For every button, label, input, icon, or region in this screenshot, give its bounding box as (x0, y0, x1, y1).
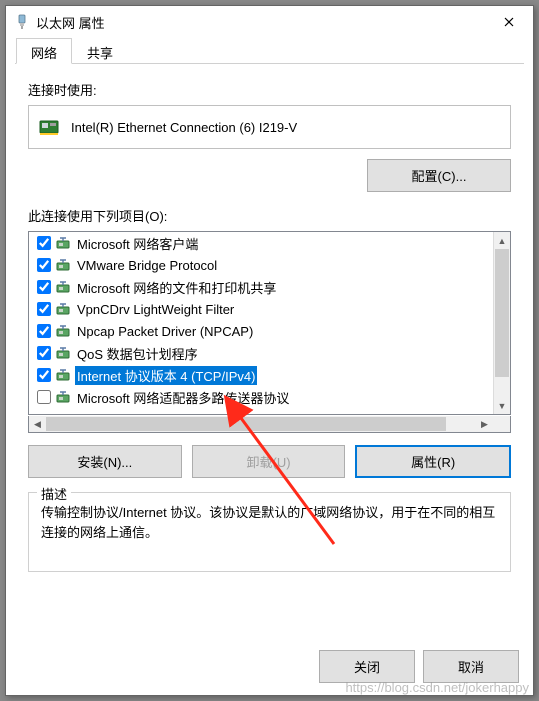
component-icon (55, 235, 71, 251)
scroll-up-icon[interactable]: ▲ (494, 232, 510, 249)
component-checkbox[interactable] (37, 280, 51, 294)
adapter-box: Intel(R) Ethernet Connection (6) I219-V (28, 105, 511, 149)
component-icon (55, 389, 71, 405)
component-label: Internet 协议版本 4 (TCP/IPv4) (75, 366, 257, 385)
horizontal-scrollbar[interactable]: ◀ ▶ (28, 416, 511, 433)
component-label: QoS 数据包计划程序 (75, 344, 200, 363)
adapter-name: Intel(R) Ethernet Connection (6) I219-V (71, 120, 297, 135)
list-item[interactable]: VMware Bridge Protocol (29, 254, 493, 276)
scroll-left-icon[interactable]: ◀ (29, 416, 46, 432)
list-item[interactable]: Microsoft 网络的文件和打印机共享 (29, 276, 493, 298)
scroll-corner (493, 416, 510, 432)
component-icon (55, 279, 71, 295)
cancel-button[interactable]: 取消 (423, 650, 519, 683)
list-item[interactable]: QoS 数据包计划程序 (29, 342, 493, 364)
window-title: 以太网 属性 (36, 13, 489, 32)
component-checkbox[interactable] (37, 346, 51, 360)
uninstall-button: 卸载(U) (192, 445, 346, 478)
component-checkbox[interactable] (37, 236, 51, 250)
list-item[interactable]: Npcap Packet Driver (NPCAP) (29, 320, 493, 342)
scroll-down-icon[interactable]: ▼ (494, 397, 510, 414)
component-label: VpnCDrv LightWeight Filter (75, 302, 236, 317)
connect-using-label: 连接时使用: (28, 80, 511, 99)
component-label: Microsoft 网络适配器多路传送器协议 (75, 388, 291, 407)
component-checkbox[interactable] (37, 302, 51, 316)
close-button[interactable] (489, 8, 529, 36)
component-checkbox[interactable] (37, 368, 51, 382)
hscroll-thumb[interactable] (46, 417, 446, 431)
component-checkbox[interactable] (37, 324, 51, 338)
vscroll-thumb[interactable] (495, 249, 509, 377)
properties-button[interactable]: 属性(R) (355, 445, 511, 478)
component-label: Microsoft 网络客户端 (75, 234, 200, 253)
vertical-scrollbar[interactable]: ▲ ▼ (493, 232, 510, 414)
component-icon (55, 367, 71, 383)
component-icon (55, 301, 71, 317)
component-label: Npcap Packet Driver (NPCAP) (75, 324, 255, 339)
component-checkbox[interactable] (37, 258, 51, 272)
install-button[interactable]: 安装(N)... (28, 445, 182, 478)
tab-content: 连接时使用: Intel(R) Ethernet Connection (6) … (6, 64, 533, 582)
items-label: 此连接使用下列项目(O): (28, 206, 511, 225)
configure-button[interactable]: 配置(C)... (367, 159, 511, 192)
titlebar: 以太网 属性 (6, 6, 533, 38)
list-item[interactable]: Microsoft 网络适配器多路传送器协议 (29, 386, 493, 408)
components-list[interactable]: Microsoft 网络客户端 VMware Bridge Protocol Mic… (28, 231, 511, 415)
component-icon (55, 323, 71, 339)
component-label: VMware Bridge Protocol (75, 258, 219, 273)
nic-icon (39, 118, 61, 136)
list-item[interactable]: VpnCDrv LightWeight Filter (29, 298, 493, 320)
component-icon (55, 257, 71, 273)
scroll-right-icon[interactable]: ▶ (476, 416, 493, 432)
ethernet-properties-dialog: 以太网 属性 网络 共享 连接时使用: Intel(R) Ethernet Co… (5, 5, 534, 696)
tab-sharing[interactable]: 共享 (72, 38, 128, 64)
description-group: 描述 传输控制协议/Internet 协议。该协议是默认的广域网络协议，用于在不… (28, 492, 511, 572)
network-plug-icon (14, 14, 30, 30)
list-item[interactable]: Microsoft 网络客户端 (29, 232, 493, 254)
description-legend: 描述 (37, 484, 71, 503)
tab-network[interactable]: 网络 (16, 38, 72, 64)
component-icon (55, 345, 71, 361)
description-text: 传输控制协议/Internet 协议。该协议是默认的广域网络协议，用于在不同的相… (41, 503, 498, 542)
component-label: Microsoft 网络的文件和打印机共享 (75, 278, 278, 297)
tab-strip: 网络 共享 (6, 38, 533, 64)
close-dialog-button[interactable]: 关闭 (319, 650, 415, 683)
list-item[interactable]: Internet 协议版本 4 (TCP/IPv4) (29, 364, 493, 386)
component-checkbox[interactable] (37, 390, 51, 404)
